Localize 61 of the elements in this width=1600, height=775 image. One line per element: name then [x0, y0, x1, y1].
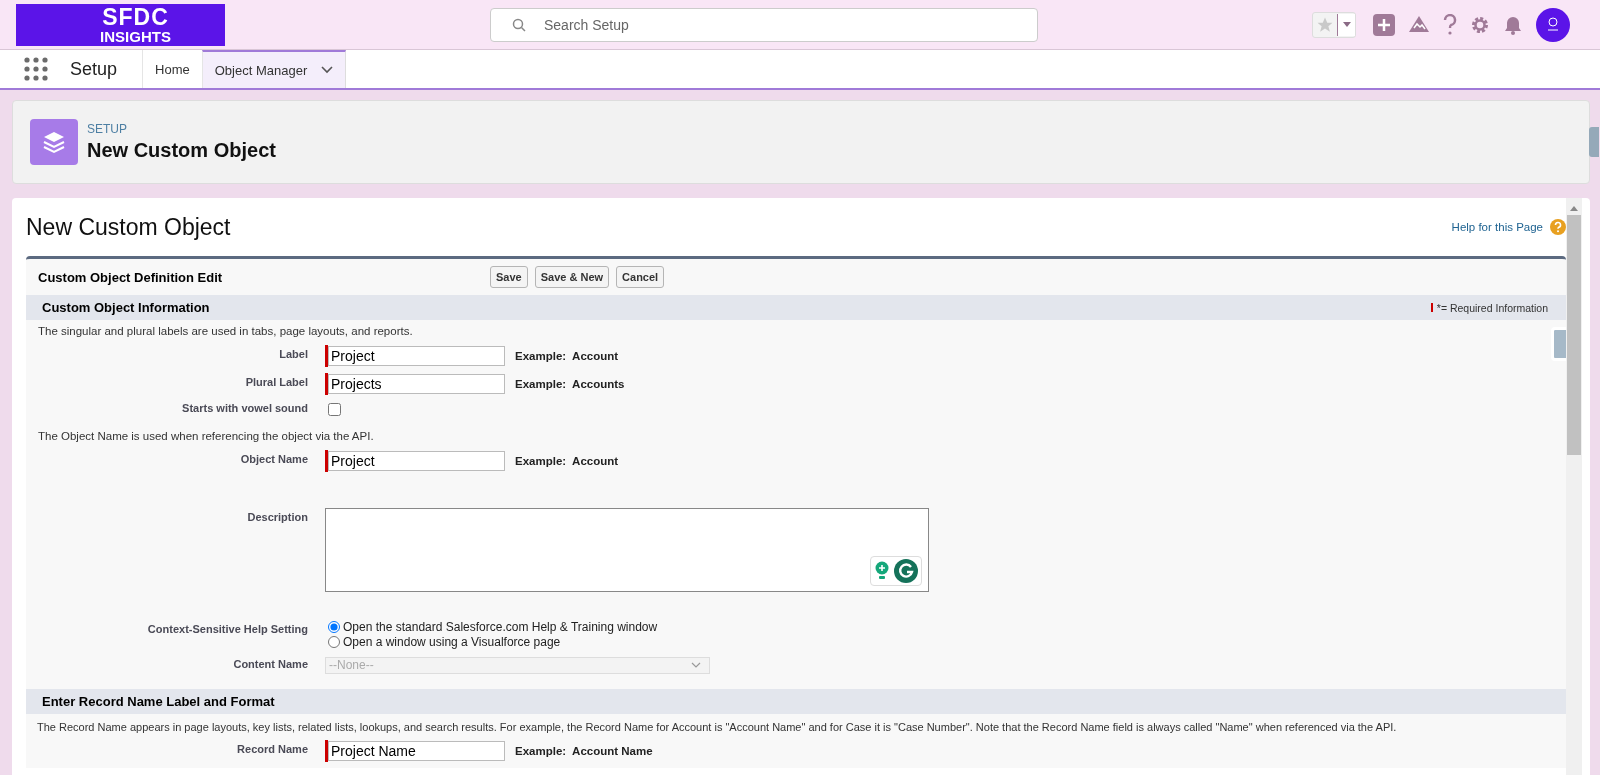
example-text: Example: Account: [515, 349, 619, 362]
help-link[interactable]: Help for this Page: [1451, 221, 1543, 233]
settings-icon[interactable]: [1470, 14, 1490, 35]
example-text: Example: Account: [515, 454, 619, 467]
field-label: Object Name: [239, 451, 308, 465]
field-label: Content Name: [232, 656, 308, 670]
text-input[interactable]: Projects: [328, 373, 505, 394]
lightbulb-icon[interactable]: [874, 560, 890, 581]
caret-icon[interactable]: [1337, 13, 1355, 36]
logo-text: INSIGHTS: [100, 28, 171, 44]
radio-label: Open the standard Salesforce.com Help & Training window: [343, 619, 658, 634]
field-label: Record Name: [236, 741, 308, 755]
radio-label: Open a window using a Visualforce page: [343, 634, 561, 649]
favorites-button[interactable]: [1312, 11, 1356, 38]
chevron-down-icon[interactable]: [321, 66, 334, 74]
notifications-icon[interactable]: [1503, 14, 1523, 35]
breadcrumb-label: SETUP: [87, 122, 128, 136]
grammarly-icon[interactable]: [894, 558, 918, 583]
radio-button[interactable]: [328, 620, 340, 633]
field-label: Context-Sensitive Help Setting: [146, 621, 308, 635]
help-text: The Object Name is used when referencing the object via the API.: [38, 429, 375, 444]
form-button[interactable]: Save: [490, 266, 528, 288]
content-title: New Custom Object: [26, 213, 231, 241]
app-launcher-icon[interactable]: [24, 57, 48, 81]
search-field[interactable]: Search Setup: [490, 7, 1038, 42]
help-text: The Record Name appears in page layouts, key lists, related lists, lookups, and search results. For example, the Record Name for Account is "Account Name" and for Case it is "Case Number". Note that the Record Name field is always called "Name" when referenced via the API.: [37, 720, 1398, 734]
section-title: Custom Object Information: [42, 300, 210, 315]
layers-icon: [30, 119, 78, 165]
required-legend: *= Required Information: [1436, 301, 1548, 314]
example-text: Example: Account Name: [515, 744, 653, 757]
form-button[interactable]: Cancel: [616, 266, 665, 288]
help-icon[interactable]: [1550, 219, 1566, 235]
scrollbar[interactable]: [1566, 198, 1582, 775]
required-marker: [1430, 303, 1433, 312]
logo-text: SFDC: [102, 5, 169, 29]
avatar-icon[interactable]: [1536, 7, 1570, 42]
collapse-tab-icon[interactable]: [1551, 327, 1566, 361]
checkbox[interactable]: [328, 402, 341, 416]
section-title: Enter Record Name Label and Format: [42, 693, 275, 709]
nav-tab[interactable]: Object Manager: [201, 50, 347, 88]
block-title: Custom Object Definition Edit: [38, 269, 224, 285]
field-label: Label: [278, 346, 308, 360]
example-text: Example: Accounts: [515, 377, 625, 390]
field-label: Starts with vowel sound: [181, 400, 308, 414]
form-button[interactable]: Save & New: [534, 266, 610, 288]
app-name: Setup: [70, 58, 118, 80]
mountain-icon[interactable]: [1408, 14, 1430, 35]
field-label: Plural Label: [244, 374, 308, 388]
grammarly-widget[interactable]: [870, 555, 922, 586]
add-icon[interactable]: [1373, 13, 1395, 36]
nav-tab[interactable]: Home: [142, 50, 202, 88]
field-label: Description: [246, 509, 308, 523]
description-textarea[interactable]: [325, 507, 929, 592]
scroll-up-icon[interactable]: [1570, 206, 1578, 211]
text-input[interactable]: Project: [328, 450, 505, 471]
help-icon[interactable]: [1443, 13, 1457, 36]
page-title: New Custom Object: [87, 139, 276, 162]
text-input[interactable]: Project Name: [328, 740, 505, 761]
help-text: The singular and plural labels are used in tabs, page layouts, and reports.: [38, 325, 414, 339]
radio-button[interactable]: [328, 635, 340, 648]
text-input[interactable]: Project: [328, 345, 505, 366]
